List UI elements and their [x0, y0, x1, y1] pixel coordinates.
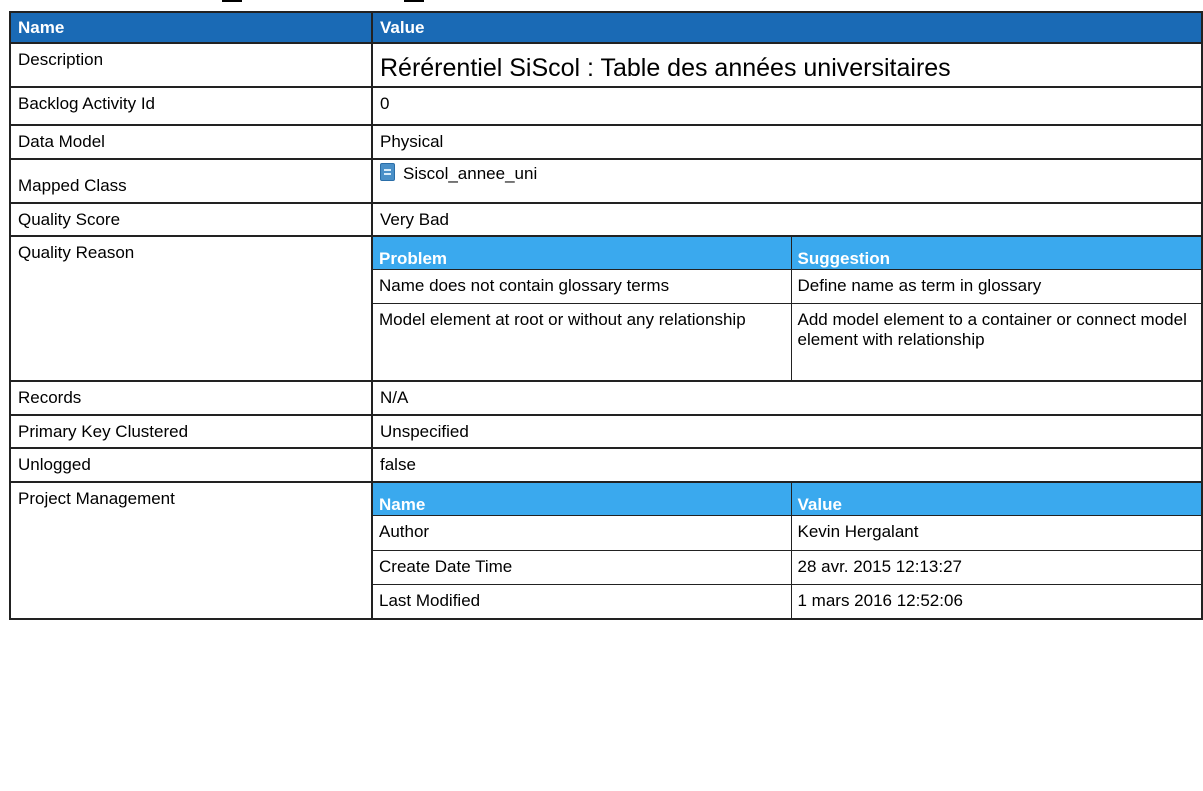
row-key: Mapped Class — [9, 158, 373, 204]
row-key: Records — [9, 379, 373, 416]
row-value: Unspecified — [371, 413, 1203, 449]
table-row: Mapped Class Siscol_annee_uni — [9, 158, 1203, 204]
table-row: Model element at root or without any rel… — [373, 303, 1201, 380]
top-strip — [0, 0, 1203, 10]
mapped-class-cell: Siscol_annee_uni — [371, 158, 1203, 204]
header-suggestion: Suggestion — [790, 237, 1201, 270]
pm-value-cell: 1 mars 2016 12:52:06 — [790, 583, 1201, 618]
project-management-table: Name Value Author Kevin Hergalant Create… — [373, 482, 1201, 618]
properties-table: Name Value Description Rérérentiel SiSco… — [9, 11, 1203, 620]
header-value: Value — [790, 482, 1201, 516]
table-row: Name does not contain glossary terms Def… — [373, 269, 1201, 304]
pm-name-cell: Last Modified — [373, 583, 792, 618]
pm-value-cell: 28 avr. 2015 12:13:27 — [790, 549, 1201, 585]
row-value: Rérérentiel SiScol : Table des années un… — [371, 42, 1203, 88]
row-value: N/A — [371, 379, 1203, 416]
table-row: Primary Key Clustered Unspecified — [9, 413, 1203, 449]
problem-cell: Model element at root or without any rel… — [373, 303, 792, 380]
pm-value-cell: Kevin Hergalant — [790, 514, 1201, 551]
header-name: Name — [373, 482, 792, 516]
table-row: Author Kevin Hergalant — [373, 514, 1201, 551]
table-row: Description Rérérentiel SiScol : Table d… — [9, 42, 1203, 88]
project-management-cell: Name Value Author Kevin Hergalant Create… — [371, 480, 1203, 620]
pm-name-cell: Author — [373, 514, 792, 551]
decor-mark — [404, 0, 424, 2]
table-row: Quality Reason Problem Suggestion Name d… — [9, 235, 1203, 382]
row-key: Unlogged — [9, 446, 373, 483]
header-problem: Problem — [373, 237, 792, 270]
row-key: Backlog Activity Id — [9, 86, 373, 126]
suggestion-cell: Add model element to a container or conn… — [790, 303, 1201, 380]
row-value: Physical — [371, 124, 1203, 160]
suggestion-cell: Define name as term in glossary — [790, 269, 1201, 304]
table-row: Data Model Physical — [9, 124, 1203, 160]
row-key: Data Model — [9, 124, 373, 160]
row-value: Very Bad — [371, 202, 1203, 237]
row-key: Primary Key Clustered — [9, 413, 373, 449]
quality-reason-cell: Problem Suggestion Name does not contain… — [371, 235, 1203, 382]
row-key: Project Management — [9, 480, 373, 620]
table-row: Unlogged false — [9, 446, 1203, 483]
row-key: Quality Score — [9, 202, 373, 237]
table-row: Project Management Name Value Author Kev… — [9, 480, 1203, 620]
problem-cell: Name does not contain glossary terms — [373, 269, 792, 304]
header-value: Value — [371, 11, 1203, 44]
inner-header-row: Problem Suggestion — [373, 237, 1201, 270]
table-header-row: Name Value — [9, 11, 1203, 44]
header-name: Name — [9, 11, 373, 44]
table-row: Last Modified 1 mars 2016 12:52:06 — [373, 583, 1201, 618]
table-row: Records N/A — [9, 379, 1203, 416]
table-row: Create Date Time 28 avr. 2015 12:13:27 — [373, 549, 1201, 585]
table-row: Backlog Activity Id 0 — [9, 86, 1203, 126]
row-key: Quality Reason — [9, 235, 373, 382]
inner-header-row: Name Value — [373, 482, 1201, 516]
class-icon — [380, 163, 395, 181]
row-value: false — [371, 446, 1203, 483]
quality-reason-table: Problem Suggestion Name does not contain… — [373, 237, 1201, 380]
row-key: Description — [9, 42, 373, 88]
mapped-class-link[interactable]: Siscol_annee_uni — [403, 164, 537, 183]
decor-mark — [222, 0, 242, 2]
row-value: 0 — [371, 86, 1203, 126]
table-row: Quality Score Very Bad — [9, 202, 1203, 237]
pm-name-cell: Create Date Time — [373, 549, 792, 585]
